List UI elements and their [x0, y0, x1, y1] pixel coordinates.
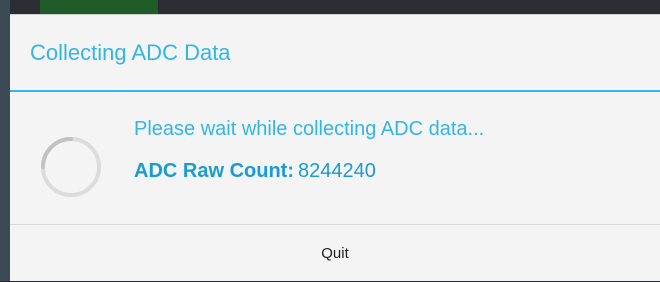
- adc-count-value: 8244240: [297, 160, 376, 182]
- dialog-body: Please wait while collecting ADC data...…: [10, 92, 660, 222]
- adc-count-label: ADC Raw Count:: [134, 160, 294, 182]
- backdrop-tab-accent: [40, 0, 158, 14]
- adc-count-line: ADC Raw Count: 8244240: [134, 160, 376, 183]
- progress-spinner-icon: [41, 137, 101, 197]
- wait-message: Please wait while collecting ADC data...: [134, 118, 485, 140]
- dialog-header: Collecting ADC Data: [10, 15, 660, 92]
- backdrop-left-strip: [0, 0, 10, 281]
- quit-button-label: Quit: [321, 245, 349, 262]
- quit-button[interactable]: Quit: [10, 224, 660, 282]
- dialog-title: Collecting ADC Data: [30, 39, 231, 65]
- progress-dialog: Collecting ADC Data Please wait while co…: [10, 14, 660, 281]
